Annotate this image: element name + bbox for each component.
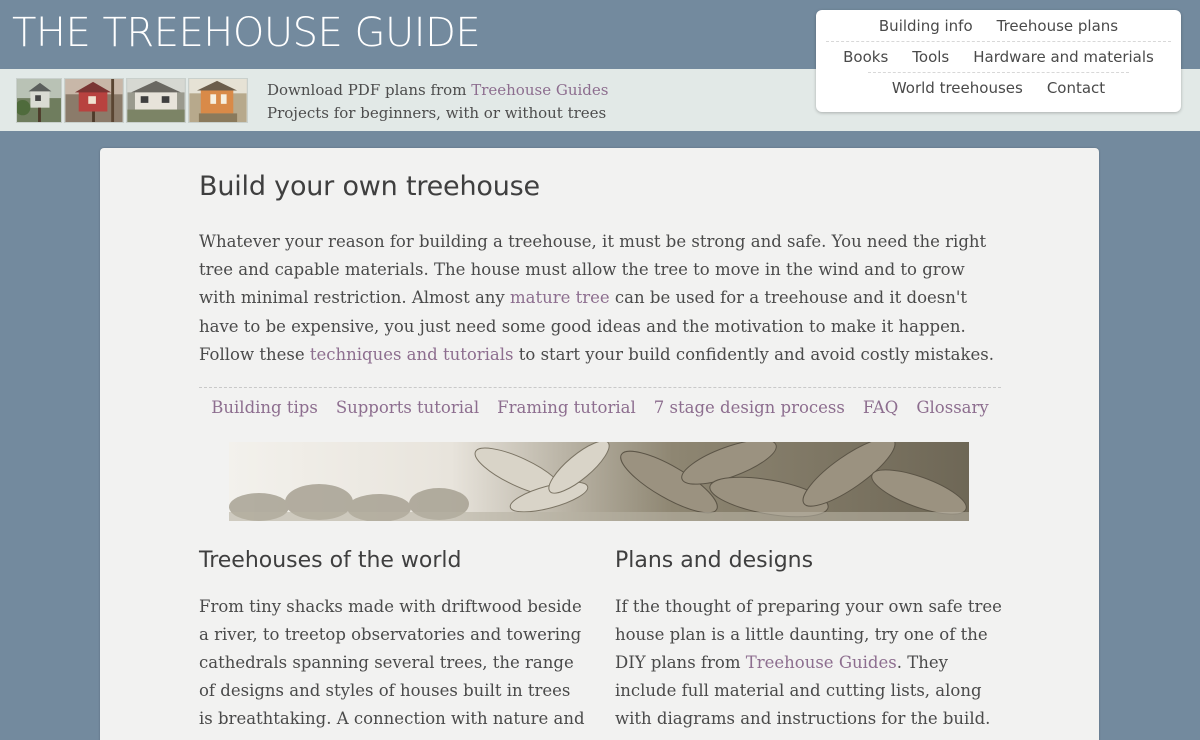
nav-contact[interactable]: Contact	[1047, 79, 1105, 97]
treehouse-thumbnail-1[interactable]	[16, 78, 62, 123]
banner-line-download: Download PDF plans from Treehouse Guides	[267, 79, 608, 102]
treehouses-world-text: From tiny shacks made with driftwood bes…	[199, 597, 585, 728]
nav-books[interactable]: Books	[843, 48, 888, 66]
heading-treehouses-of-the-world[interactable]: Treehouses of the world	[199, 548, 587, 573]
treehouse-thumbnails	[16, 78, 248, 123]
intro-text-3: to start your build confidently and avoi…	[513, 344, 994, 364]
plans-designs-text: If the thought of preparing your own saf…	[615, 593, 1003, 733]
nav-tools[interactable]: Tools	[912, 48, 949, 66]
link-faq[interactable]: FAQ	[863, 398, 898, 417]
main-navigation: Building info Treehouse plans Books Tool…	[816, 10, 1181, 112]
topic-links: Building tips Supports tutorial Framing …	[199, 398, 1001, 417]
treehouse-guides-link[interactable]: Treehouse Guides	[471, 81, 608, 99]
link-glossary[interactable]: Glossary	[916, 398, 988, 417]
nav-treehouse-plans[interactable]: Treehouse plans	[997, 17, 1118, 35]
nav-hardware-materials[interactable]: Hardware and materials	[973, 48, 1154, 66]
banner-text: Download PDF plans from Treehouse Guides…	[267, 79, 608, 125]
treehouse-guides-plans-link[interactable]: Treehouse Guides	[746, 653, 897, 672]
techniques-tutorials-link[interactable]: techniques and tutorials	[310, 345, 514, 364]
link-supports-tutorial[interactable]: Supports tutorial	[336, 398, 479, 417]
link-building-tips[interactable]: Building tips	[211, 398, 318, 417]
treehouse-thumbnail-4[interactable]	[188, 78, 248, 123]
divider	[199, 387, 1001, 388]
nav-row-3: World treehouses Contact	[868, 72, 1129, 103]
treehouse-thumbnail-2[interactable]	[64, 78, 124, 123]
heading-plans-and-designs[interactable]: Plans and designs	[615, 548, 1003, 573]
chestnut-leaves-banner-image	[229, 442, 969, 521]
nav-row-2: Books Tools Hardware and materials	[826, 41, 1171, 72]
nav-building-info[interactable]: Building info	[879, 17, 973, 35]
intro-paragraph: Whatever your reason for building a tree…	[199, 228, 1001, 369]
banner-line-projects: Projects for beginners, with or without …	[267, 104, 607, 122]
banner-download-text: Download PDF plans from	[267, 81, 472, 99]
section-treehouses-of-the-world: Treehouses of the world From tiny shacks…	[199, 548, 587, 733]
link-design-process[interactable]: 7 stage design process	[654, 398, 845, 417]
site-title[interactable]: THE TREEHOUSE GUIDE	[12, 10, 481, 56]
link-framing-tutorial[interactable]: Framing tutorial	[497, 398, 636, 417]
nav-world-treehouses[interactable]: World treehouses	[892, 79, 1023, 97]
page-title: Build your own treehouse	[199, 171, 540, 202]
mature-tree-link[interactable]: mature tree	[510, 288, 610, 307]
treehouse-thumbnail-3[interactable]	[126, 78, 186, 123]
section-plans-and-designs: Plans and designs If the thought of prep…	[615, 548, 1003, 733]
nav-row-1: Building info Treehouse plans	[816, 10, 1181, 41]
main-content-card: Build your own treehouse Whatever your r…	[100, 148, 1099, 740]
